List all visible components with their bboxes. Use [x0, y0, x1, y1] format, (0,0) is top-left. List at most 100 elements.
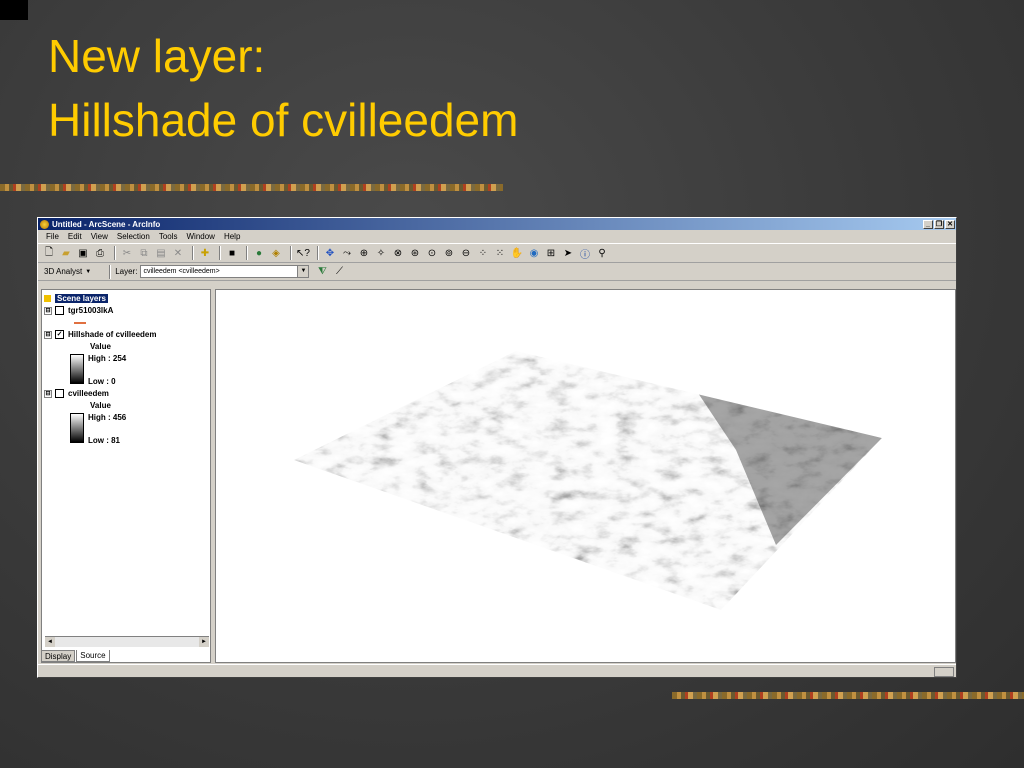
tab-display[interactable]: Display [41, 650, 76, 662]
scene-layers-root[interactable]: Scene layers [44, 294, 108, 303]
layer-name: cvilleedem [68, 389, 109, 398]
zoom-out-icon[interactable]: ⊖ [459, 246, 473, 260]
menu-tools[interactable]: Tools [159, 232, 178, 241]
full-screen-icon[interactable]: ■ [225, 246, 239, 260]
toc-tabs: Display Source [41, 650, 111, 662]
toolbar-separator [290, 246, 292, 260]
zoom-in-out-icon[interactable]: ⊙ [425, 246, 439, 260]
target-zoom-icon[interactable]: ⊕ [357, 246, 371, 260]
scene-viewer[interactable] [215, 289, 956, 663]
window-title: Untitled - ArcScene - ArcInfo [52, 219, 161, 229]
layer-select-value: cvilleedem <cvilleedem> [143, 268, 220, 275]
line-of-sight-icon[interactable]: ⟋ [332, 265, 346, 279]
full-extent-icon[interactable]: ⁘ [476, 246, 490, 260]
slide-title-line1: New layer: [48, 30, 266, 82]
print-icon[interactable]: ⎙ [93, 246, 107, 260]
menu-file[interactable]: File [46, 232, 59, 241]
scene-properties-icon[interactable]: ● [252, 246, 266, 260]
color-ramp [70, 354, 84, 384]
toolbar-separator [219, 246, 221, 260]
center-target-icon[interactable]: ✧ [374, 246, 388, 260]
fly-icon[interactable]: ⤳ [340, 246, 354, 260]
layer-visibility-checkbox[interactable] [55, 389, 64, 398]
whats-this-icon[interactable]: ↖? [296, 246, 310, 260]
toolbar-separator [109, 264, 112, 279]
globe-icon[interactable]: ◉ [527, 246, 541, 260]
layer-name: tgr51003lkA [68, 306, 114, 315]
scroll-left-icon[interactable]: ◄ [45, 637, 55, 647]
zoom-layer-icon[interactable]: ⁙ [493, 246, 507, 260]
legend-title: Value [90, 401, 111, 410]
corner-mark [0, 0, 28, 20]
scroll-right-icon[interactable]: ► [199, 637, 209, 647]
cut-icon[interactable]: ✂ [120, 246, 134, 260]
restore-button[interactable]: ❐ [934, 219, 944, 229]
status-bar [38, 664, 956, 677]
window-titlebar[interactable]: Untitled - ArcScene - ArcInfo _ ❐ ✕ [38, 218, 956, 230]
layer-visibility-checkbox[interactable]: ✓ [55, 330, 64, 339]
find-icon[interactable]: ⚲ [595, 246, 609, 260]
expand-icon[interactable]: ⊟ [44, 330, 52, 339]
layer-select[interactable]: cvilleedem <cvilleedem> ▼ [140, 265, 310, 278]
identify-icon[interactable]: ⊞ [544, 246, 558, 260]
expand-icon[interactable]: ⊟ [44, 389, 52, 398]
select-icon[interactable]: ➤ [561, 246, 575, 260]
3d-analyst-menu[interactable]: 3D Analyst [44, 267, 82, 276]
layer-label: Layer: [115, 267, 138, 276]
close-button[interactable]: ✕ [945, 219, 955, 229]
3d-analyst-toolbar: 3D Analyst ▼ Layer: cvilleedem <cvilleed… [38, 263, 956, 281]
pan-icon[interactable]: ✋ [510, 246, 524, 260]
copy-icon[interactable]: ⧉ [137, 246, 151, 260]
slide-title: New layer: Hillshade of cvilleedem [48, 24, 518, 152]
menu-edit[interactable]: Edit [68, 232, 82, 241]
layer-name: Hillshade of cvilleedem [68, 330, 157, 339]
info-icon[interactable]: ⓘ [578, 246, 592, 261]
delete-icon[interactable]: ✕ [171, 246, 185, 260]
new-icon[interactable]: 🗋 [42, 246, 56, 260]
table-of-contents: Scene layers ⊟ tgr51003lkA ⊟ ✓ Hillshade… [41, 289, 211, 663]
expand-icon[interactable]: ⊟ [44, 306, 52, 315]
open-icon[interactable]: ▰ [59, 246, 73, 260]
scene-layers-icon [44, 295, 51, 302]
line-symbol [74, 322, 86, 324]
standard-toolbar: 🗋 ▰ ▣ ⎙ ✂ ⧉ ▤ ✕ ✚ ■ ● ◈ ↖? ✥ ⤳ ⊕ ✧ ⊗ ⊛ ⊙… [38, 243, 956, 263]
slide-title-line2: Hillshade of cvilleedem [48, 94, 519, 146]
paste-icon[interactable]: ▤ [154, 246, 168, 260]
menu-bar: File Edit View Selection Tools Window He… [38, 230, 956, 243]
legend-title: Value [90, 342, 111, 351]
hillshade-surface [294, 351, 882, 610]
toolbar-separator [192, 246, 194, 260]
toc-scrollbar[interactable]: ◄ ► [45, 636, 209, 647]
add-data-icon[interactable]: ✚ [198, 246, 212, 260]
resize-grip-icon[interactable] [934, 667, 954, 677]
menu-window[interactable]: Window [187, 232, 215, 241]
tab-source[interactable]: Source [76, 650, 110, 662]
zoom-in-icon[interactable]: ⊚ [442, 246, 456, 260]
arcscene-window: Untitled - ArcScene - ArcInfo _ ❐ ✕ File… [37, 217, 957, 678]
zoom-target-icon[interactable]: ⊗ [391, 246, 405, 260]
decorative-rule-top [0, 184, 503, 191]
menu-view[interactable]: View [91, 232, 108, 241]
contour-icon[interactable]: ⧨ [315, 265, 329, 279]
legend-high: High : 456 [88, 413, 127, 422]
toolbar-separator [246, 246, 248, 260]
save-icon[interactable]: ▣ [76, 246, 90, 260]
animation-icon[interactable]: ◈ [269, 246, 283, 260]
navigate-icon[interactable]: ✥ [323, 246, 337, 260]
decorative-rule-bottom [672, 692, 1024, 699]
set-observer-icon[interactable]: ⊛ [408, 246, 422, 260]
layer-row[interactable]: ⊟ ✓ Hillshade of cvilleedem [44, 330, 156, 339]
layer-row[interactable]: ⊟ tgr51003lkA [44, 306, 113, 315]
toolbar-separator [317, 246, 319, 260]
layer-visibility-checkbox[interactable] [55, 306, 64, 315]
layer-row[interactable]: ⊟ cvilleedem [44, 389, 109, 398]
minimize-button[interactable]: _ [923, 219, 933, 229]
chevron-down-icon[interactable]: ▼ [85, 269, 91, 275]
chevron-down-icon[interactable]: ▼ [297, 266, 309, 277]
menu-help[interactable]: Help [224, 232, 240, 241]
legend-low: Low : 81 [88, 436, 121, 445]
scene-layers-label: Scene layers [55, 294, 108, 303]
toolbar-separator [114, 246, 116, 260]
menu-selection[interactable]: Selection [117, 232, 150, 241]
legend-high: High : 254 [88, 354, 127, 363]
